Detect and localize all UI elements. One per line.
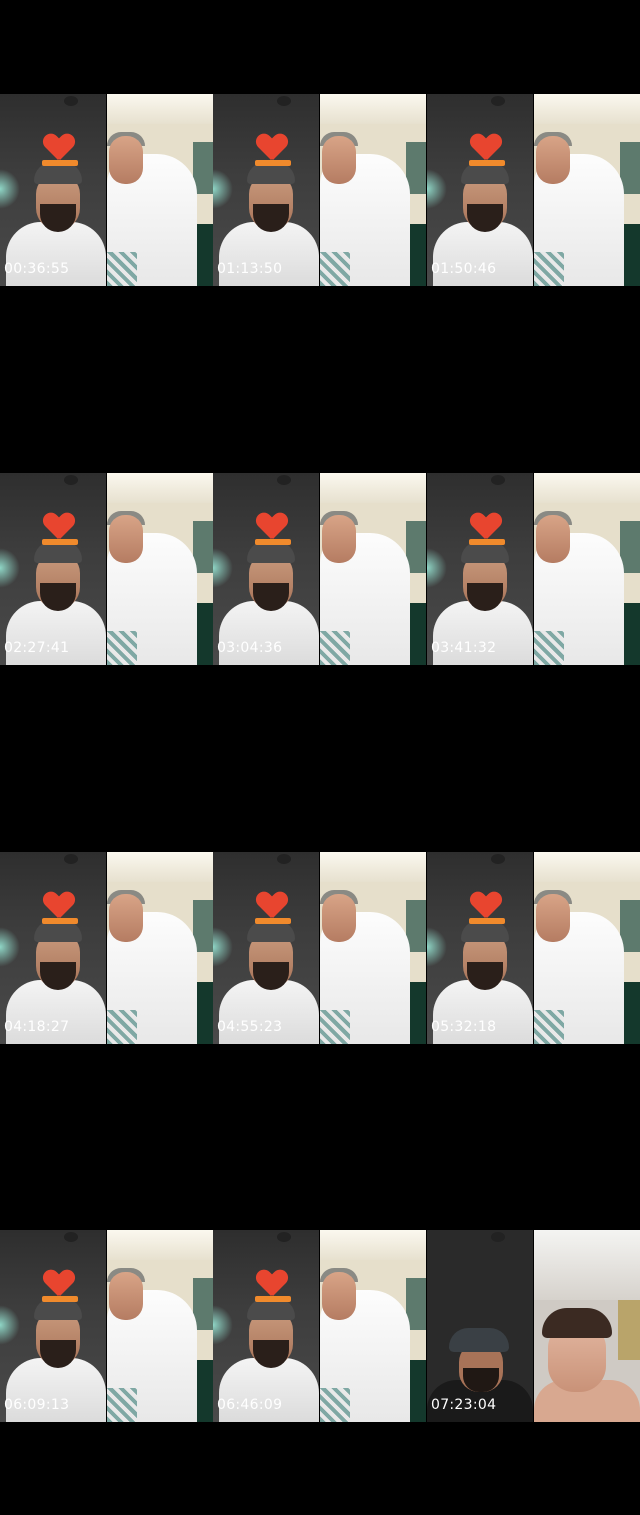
right-video-panel: [534, 852, 640, 1044]
thumbnail-cell[interactable]: 04:18:27: [0, 758, 213, 1137]
video-frame: [427, 94, 640, 286]
heart-sticker-icon: [44, 134, 74, 162]
heart-sticker-icon: [471, 513, 501, 541]
video-frame: [0, 473, 213, 665]
thumbnail-cell[interactable]: 07:23:04: [427, 1136, 640, 1515]
left-video-panel: [427, 473, 533, 665]
heart-sticker-icon: [257, 1270, 287, 1298]
thumbnail-cell[interactable]: 06:09:13: [0, 1136, 213, 1515]
thumbnail-cell[interactable]: 01:50:46: [427, 0, 640, 379]
timestamp-label: 04:18:27: [4, 1019, 70, 1035]
timestamp-label: 03:41:32: [431, 640, 497, 656]
left-video-panel: [427, 852, 533, 1044]
left-video-panel: [213, 1230, 319, 1422]
left-video-panel: [0, 94, 106, 286]
right-video-panel: [320, 473, 426, 665]
left-video-panel: [213, 852, 319, 1044]
left-video-panel: [213, 94, 319, 286]
thumbnail-cell[interactable]: 04:55:23: [213, 758, 426, 1137]
heart-sticker-icon: [257, 892, 287, 920]
heart-sticker-icon: [257, 134, 287, 162]
video-frame: [0, 852, 213, 1044]
timestamp-label: 06:09:13: [4, 1397, 70, 1413]
timestamp-label: 02:27:41: [4, 640, 70, 656]
video-frame: [213, 473, 426, 665]
video-frame: [213, 94, 426, 286]
right-video-panel: [320, 1230, 426, 1422]
video-frame: [427, 473, 640, 665]
left-video-panel: [427, 94, 533, 286]
video-frame: [427, 1230, 640, 1422]
thumbnail-cell[interactable]: 06:46:09: [213, 1136, 426, 1515]
left-video-panel: [0, 1230, 106, 1422]
left-video-panel: [0, 852, 106, 1044]
left-video-panel: [0, 473, 106, 665]
thumbnail-cell[interactable]: 05:32:18: [427, 758, 640, 1137]
left-video-panel: [213, 473, 319, 665]
heart-sticker-icon: [44, 513, 74, 541]
right-video-panel: [534, 1230, 640, 1422]
right-video-panel: [534, 94, 640, 286]
timestamp-label: 01:50:46: [431, 261, 497, 277]
heart-sticker-icon: [44, 892, 74, 920]
video-frame: [213, 1230, 426, 1422]
thumbnail-cell[interactable]: 01:13:50: [213, 0, 426, 379]
thumbnail-cell[interactable]: 03:41:32: [427, 379, 640, 758]
video-frame: [0, 1230, 213, 1422]
right-video-panel: [107, 1230, 213, 1422]
timestamp-label: 01:13:50: [217, 261, 283, 277]
timestamp-label: 07:23:04: [431, 1397, 497, 1413]
thumbnail-cell[interactable]: 00:36:55: [0, 0, 213, 379]
video-frame: [213, 852, 426, 1044]
heart-sticker-icon: [471, 892, 501, 920]
left-video-panel: [427, 1230, 533, 1422]
timestamp-label: 06:46:09: [217, 1397, 283, 1413]
timestamp-label: 03:04:36: [217, 640, 283, 656]
video-frame: [0, 94, 213, 286]
right-video-panel: [320, 852, 426, 1044]
thumbnail-grid: 00:36:55 01:13:50 01:50:46 02:27:41 03:0…: [0, 0, 640, 1515]
heart-sticker-icon: [471, 134, 501, 162]
thumbnail-cell[interactable]: 02:27:41: [0, 379, 213, 758]
right-video-panel: [534, 473, 640, 665]
heart-sticker-icon: [257, 513, 287, 541]
timestamp-label: 00:36:55: [4, 261, 70, 277]
thumbnail-cell[interactable]: 03:04:36: [213, 379, 426, 758]
right-video-panel: [107, 94, 213, 286]
right-video-panel: [320, 94, 426, 286]
video-frame: [427, 852, 640, 1044]
right-video-panel: [107, 852, 213, 1044]
right-video-panel: [107, 473, 213, 665]
timestamp-label: 04:55:23: [217, 1019, 283, 1035]
heart-sticker-icon: [44, 1270, 74, 1298]
timestamp-label: 05:32:18: [431, 1019, 497, 1035]
